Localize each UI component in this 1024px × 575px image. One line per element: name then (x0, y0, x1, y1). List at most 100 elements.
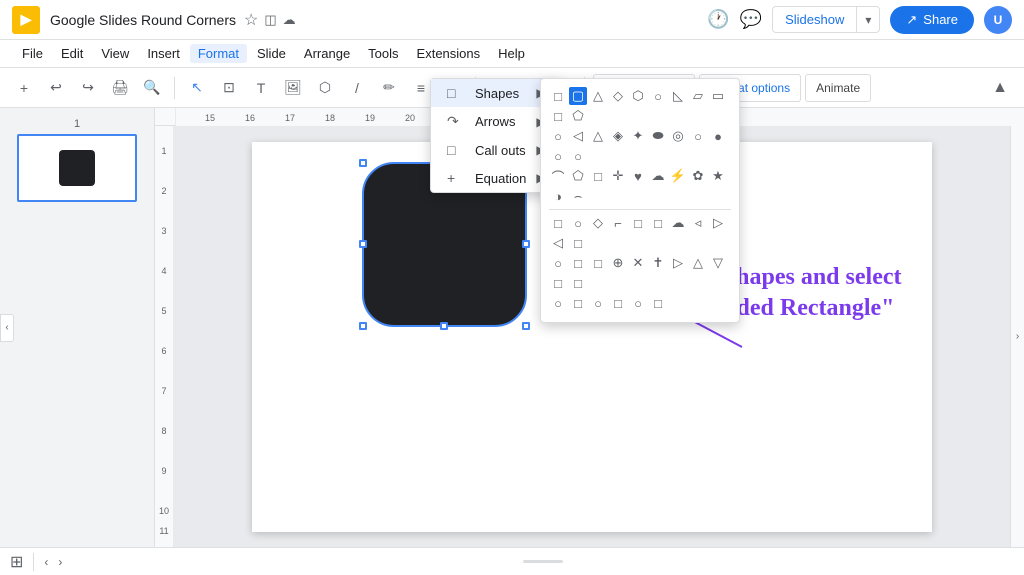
scribble-button[interactable]: ✏ (375, 74, 403, 102)
shape-t9[interactable]: ▽ (709, 254, 727, 272)
slide-thumbnail[interactable] (17, 134, 137, 202)
drive-icon[interactable]: ◫ (264, 12, 276, 28)
menu-item-file[interactable]: File (14, 44, 51, 63)
star-icon[interactable]: ☆ (244, 10, 258, 30)
shape-t4[interactable]: ⊕ (609, 254, 627, 272)
menu-item-format[interactable]: Format (190, 44, 247, 63)
shape-s11[interactable]: □ (569, 234, 587, 252)
shapes-button[interactable]: ⬡ (311, 74, 339, 102)
history-icon[interactable]: 🕐 (707, 9, 729, 30)
image-button[interactable]: 🖼 (279, 74, 307, 102)
menu-item-edit[interactable]: Edit (53, 44, 91, 63)
shape-triangle[interactable]: △ (589, 87, 607, 105)
shape-cloud[interactable]: ☁ (649, 167, 667, 185)
shape-s8[interactable]: ◃ (689, 214, 707, 232)
menu-item-insert[interactable]: Insert (139, 44, 188, 63)
shape-arrow-left[interactable]: ◁ (569, 127, 587, 145)
shape-circle6[interactable]: ○ (549, 147, 567, 165)
shape-diamond[interactable]: ◇ (609, 87, 627, 105)
nav-next-button[interactable]: › (58, 555, 62, 569)
shape-rectangle[interactable]: □ (549, 87, 567, 105)
shape-u1[interactable]: ○ (549, 294, 567, 312)
shape-triangle2[interactable]: △ (589, 127, 607, 145)
handle-middle-left[interactable] (359, 240, 367, 248)
handle-top-left[interactable] (359, 159, 367, 167)
shape-circle3[interactable]: ◎ (669, 127, 687, 145)
cursor-button[interactable]: ↖ (183, 74, 211, 102)
shape-circle[interactable]: ○ (649, 87, 667, 105)
shape-hexagon[interactable]: ⬡ (629, 87, 647, 105)
animate-button[interactable]: Animate (805, 74, 871, 102)
shape-t6[interactable]: ✝ (649, 254, 667, 272)
menu-item-extensions[interactable]: Extensions (409, 44, 489, 63)
shape-s1[interactable]: □ (549, 214, 567, 232)
handle-bottom-middle[interactable] (440, 322, 448, 330)
shape-cylinder[interactable]: ⬬ (649, 127, 667, 145)
redo-button[interactable]: ↪ (74, 74, 102, 102)
slideshow-button[interactable]: Slideshow ▾ (772, 6, 880, 33)
shape-s5[interactable]: □ (629, 214, 647, 232)
shape-u3[interactable]: ○ (589, 294, 607, 312)
shape-circle2[interactable]: ○ (549, 127, 567, 145)
text-button[interactable]: T (247, 74, 275, 102)
shape-rounded-rectangle[interactable]: ▢ (569, 87, 587, 105)
shape-s7[interactable]: ☁ (669, 214, 687, 232)
shape-cross[interactable]: ✛ (609, 167, 627, 185)
shape-right-triangle[interactable]: ◺ (669, 87, 687, 105)
slideshow-main-label[interactable]: Slideshow (773, 7, 857, 32)
shape-s4[interactable]: ⌐ (609, 214, 627, 232)
shape-flower[interactable]: ✿ (689, 167, 707, 185)
shape-u4[interactable]: □ (609, 294, 627, 312)
shape-circle7[interactable]: ○ (569, 147, 587, 165)
right-panel-collapse[interactable]: › (1010, 126, 1024, 547)
handle-bottom-right[interactable] (522, 322, 530, 330)
share-button[interactable]: ↗ Share (890, 6, 974, 34)
print-button[interactable]: 🖨 (106, 74, 134, 102)
shape-diamond2[interactable]: ◈ (609, 127, 627, 145)
undo-button[interactable]: ↩ (42, 74, 70, 102)
shape-s10[interactable]: ◁ (549, 234, 567, 252)
menu-item-view[interactable]: View (93, 44, 137, 63)
menu-item-help[interactable]: Help (490, 44, 533, 63)
shape-parallelogram[interactable]: ▱ (689, 87, 707, 105)
shape-t8[interactable]: △ (689, 254, 707, 272)
shape-rect4[interactable]: □ (589, 167, 607, 185)
shape-rect2[interactable]: ▭ (709, 87, 727, 105)
line-button[interactable]: / (343, 74, 371, 102)
shape-u2[interactable]: □ (569, 294, 587, 312)
shape-lightning[interactable]: ⚡ (669, 167, 687, 185)
shape-s2[interactable]: ○ (569, 214, 587, 232)
menu-item-arrange[interactable]: Arrange (296, 44, 358, 63)
shape-t7[interactable]: ▷ (669, 254, 687, 272)
chat-icon[interactable]: 💬 (740, 9, 762, 30)
grid-button[interactable]: ⊞ (10, 552, 23, 572)
shape-circle4[interactable]: ○ (689, 127, 707, 145)
shape-circle5[interactable]: ● (709, 127, 727, 145)
handle-middle-right[interactable] (522, 240, 530, 248)
shape-u5[interactable]: ○ (629, 294, 647, 312)
shape-crescent[interactable]: ⌒ (549, 167, 567, 185)
shape-heart[interactable]: ♥ (629, 167, 647, 185)
shape-pentagon[interactable]: ⬠ (569, 167, 587, 185)
zoom-button[interactable]: 🔍 (138, 74, 166, 102)
slideshow-dropdown-arrow[interactable]: ▾ (857, 8, 879, 32)
shape-half-circle[interactable]: ◑ (549, 187, 567, 205)
shape-u6[interactable]: □ (649, 294, 667, 312)
avatar[interactable]: U (984, 6, 1012, 34)
zoom-in-button[interactable]: + (10, 74, 38, 102)
shape-s6[interactable]: □ (649, 214, 667, 232)
select-button[interactable]: ⊡ (215, 74, 243, 102)
shape-t10[interactable]: □ (549, 274, 567, 292)
shape-star2[interactable]: ★ (709, 167, 727, 185)
slide-panel-collapse-button[interactable]: ‹ (0, 314, 14, 342)
menu-item-slide[interactable]: Slide (249, 44, 294, 63)
shape-s3[interactable]: ◇ (589, 214, 607, 232)
shape-t3[interactable]: □ (589, 254, 607, 272)
handle-bottom-left[interactable] (359, 322, 367, 330)
cloud-icon[interactable]: ☁ (283, 12, 296, 28)
shape-t1[interactable]: ○ (549, 254, 567, 272)
menu-item-tools[interactable]: Tools (360, 44, 406, 63)
shape-arc[interactable]: ⌢ (569, 187, 587, 205)
shape-star[interactable]: ✦ (629, 127, 647, 145)
shape-t11[interactable]: □ (569, 274, 587, 292)
